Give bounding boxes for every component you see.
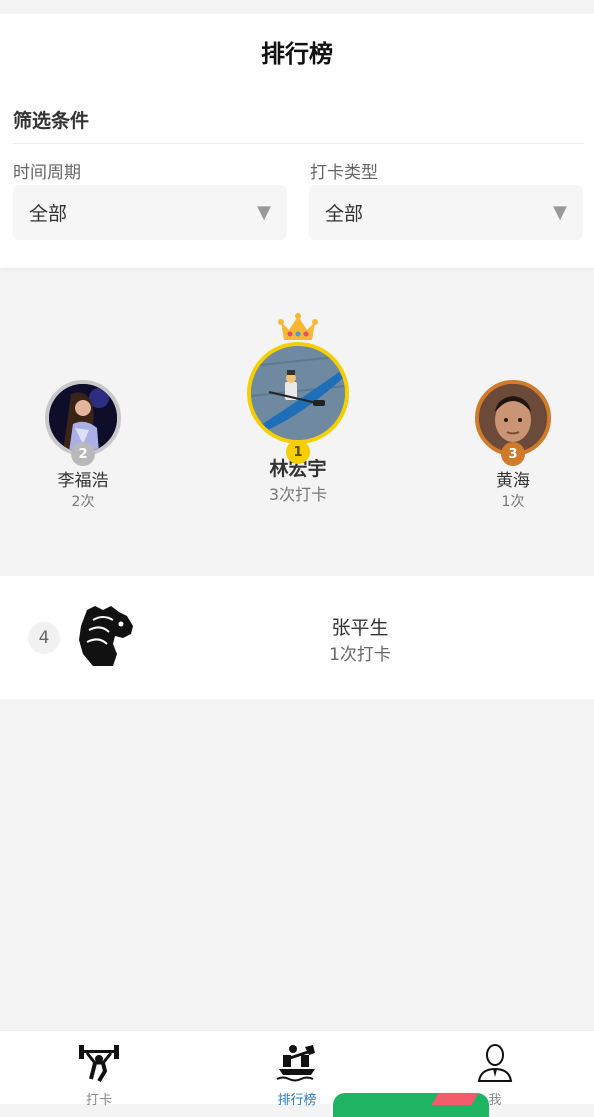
period-value: 全部	[29, 203, 68, 225]
rank-badge: 2	[71, 442, 95, 466]
dropdown-arrow-icon: ▼	[257, 202, 271, 223]
checkin-count: 1次	[501, 494, 525, 510]
podium: 2 李福浩 2次 1 林宏宇 3次打卡 3 黄海 1次	[0, 270, 594, 570]
list-item-info: 张平生 1次打卡	[290, 613, 430, 665]
user-icon	[477, 1044, 513, 1082]
podium-first[interactable]: 1 林宏宇 3次打卡	[236, 312, 360, 505]
checkin-count: 3次打卡	[268, 485, 328, 504]
checkin-count: 2次	[71, 494, 95, 510]
filter-title: 筛选条件	[13, 110, 90, 132]
kayak-icon	[276, 1045, 315, 1082]
page-title: 排行榜	[261, 39, 333, 68]
type-select[interactable]: 全部 ▼	[309, 185, 583, 240]
horse-avatar-icon	[79, 606, 133, 666]
user-name: 黄海	[496, 471, 530, 491]
filter-panel: 筛选条件 时间周期 全部 ▼ 打卡类型 全部 ▼	[0, 88, 594, 268]
crown-icon	[278, 313, 318, 340]
weightlifting-icon	[79, 1045, 119, 1083]
checkin-count: 1次打卡	[329, 645, 391, 665]
avatar	[247, 342, 349, 444]
page-header: 排行榜	[0, 14, 594, 88]
user-name: 张平生	[331, 617, 389, 639]
ribbon-decoration	[431, 1093, 479, 1105]
period-select[interactable]: 全部 ▼	[13, 185, 287, 240]
tab-checkin[interactable]: 打卡	[0, 1031, 198, 1108]
filter-divider	[13, 143, 584, 144]
rank-number: 4	[28, 622, 60, 654]
rank-badge: 3	[501, 442, 525, 466]
type-label: 打卡类型	[310, 163, 378, 183]
podium-third[interactable]: 3 黄海 1次	[463, 380, 563, 511]
floating-banner[interactable]	[333, 1093, 489, 1117]
period-label: 时间周期	[13, 163, 81, 183]
kayak-photo-icon	[251, 346, 345, 440]
tab-label: 打卡	[85, 1093, 112, 1108]
dropdown-arrow-icon: ▼	[553, 202, 567, 223]
rank-badge: 1	[286, 440, 310, 464]
podium-second[interactable]: 2 李福浩 2次	[33, 380, 133, 511]
tab-bar: 打卡 排行榜 我	[0, 1030, 594, 1108]
type-value: 全部	[325, 203, 364, 225]
user-name: 李福浩	[57, 471, 109, 491]
